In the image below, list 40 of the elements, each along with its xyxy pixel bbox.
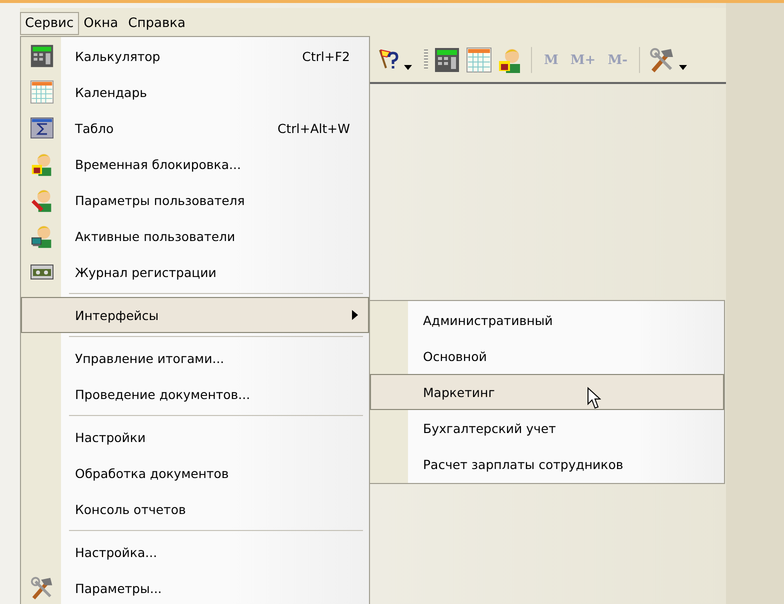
mouse-pointer-icon — [587, 387, 601, 409]
calculator-icon[interactable] — [434, 47, 460, 73]
user-lock-icon[interactable] — [498, 47, 522, 73]
sigma-board-icon — [30, 117, 54, 139]
toolbar-grip-icon — [424, 49, 428, 71]
tools-icon — [30, 576, 54, 600]
menu-item[interactable]: Основной — [370, 338, 724, 374]
menu-item[interactable]: Бухгалтерский учет — [370, 410, 724, 446]
menu-item[interactable]: Управление итогами... — [21, 340, 369, 376]
calendar-icon[interactable] — [466, 47, 492, 73]
menu-item[interactable]: Активные пользователи — [21, 218, 369, 254]
menu-item[interactable]: Настройка... — [21, 534, 369, 570]
caret-icon[interactable] — [404, 65, 412, 70]
menu-item[interactable]: Временная блокировка... — [21, 146, 369, 182]
menu-item[interactable]: Настройки — [21, 419, 369, 455]
menu-item[interactable]: Обработка документов — [21, 455, 369, 491]
calculator-icon — [30, 44, 54, 68]
menu-item[interactable]: Интерфейсы — [21, 297, 369, 333]
menu-bar-item[interactable]: Окна — [78, 12, 124, 34]
menu-item[interactable]: Маркетинг — [370, 374, 724, 410]
menu-item[interactable]: Калькулятор Ctrl+F2 — [21, 38, 369, 74]
user-computer-icon — [31, 224, 53, 248]
menu-bar-item[interactable]: Сервис — [20, 12, 79, 34]
menu-item[interactable]: Консоль отчетов — [21, 491, 369, 527]
cassette-icon — [30, 264, 54, 280]
menu-item[interactable]: Административный — [370, 302, 724, 338]
calendar-icon — [30, 80, 54, 104]
menu-item[interactable]: Параметры... — [21, 570, 369, 604]
submenu-arrow-icon — [352, 310, 358, 320]
menu-bar-item[interactable]: Справка — [123, 12, 190, 34]
menu-item[interactable]: Журнал регистрации — [21, 254, 369, 290]
menu-item[interactable]: Проведение документов... — [21, 376, 369, 412]
menu-item[interactable]: Расчет зарплаты сотрудников — [370, 446, 724, 482]
caret-icon[interactable] — [679, 65, 688, 70]
user-lock-icon — [31, 152, 53, 176]
menu-item[interactable]: Параметры пользователя — [21, 182, 369, 218]
tools-icon[interactable] — [649, 47, 676, 73]
user-pencil-icon — [31, 188, 53, 212]
menu-item[interactable]: Календарь — [21, 74, 369, 110]
menu-item[interactable]: Табло Ctrl+Alt+W — [21, 110, 369, 146]
